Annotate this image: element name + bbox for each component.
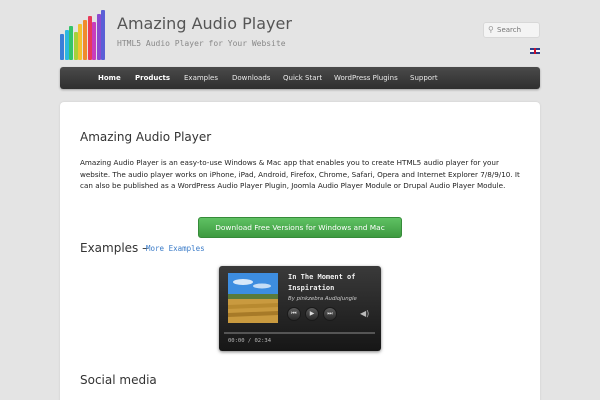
more-examples-link[interactable]: More Examples <box>146 244 205 253</box>
logo-bar <box>83 20 87 60</box>
examples-heading: Examples – <box>80 241 149 255</box>
page-title: Amazing Audio Player <box>80 130 212 144</box>
intro-paragraph: Amazing Audio Player is an easy-to-use W… <box>80 158 520 191</box>
play-icon[interactable]: ▶ <box>305 307 319 321</box>
nav-item-products[interactable]: Products <box>135 67 170 89</box>
logo-bar <box>73 32 78 60</box>
nav-item-support[interactable]: Support <box>410 67 438 89</box>
main-nav: Home Products Examples Downloads Quick S… <box>60 67 540 89</box>
social-media-heading: Social media <box>80 373 157 387</box>
search-box[interactable]: ⚲ <box>483 22 540 38</box>
nav-item-wordpress-plugins[interactable]: WordPress Plugins <box>334 67 398 89</box>
site-description: HTML5 Audio Player for Your Website <box>117 39 286 48</box>
logo-bar <box>92 22 97 60</box>
logo-bar <box>78 24 83 60</box>
site-logo[interactable] <box>60 10 106 60</box>
search-input[interactable] <box>497 25 537 35</box>
nav-item-home[interactable]: Home <box>98 67 121 89</box>
volume-icon[interactable]: ◀) <box>360 309 369 318</box>
site-title[interactable]: Amazing Audio Player <box>117 14 292 33</box>
time-display: 00:00 / 02:34 <box>228 338 272 344</box>
logo-bar <box>87 16 92 60</box>
download-button[interactable]: Download Free Versions for Windows and M… <box>198 217 402 238</box>
nav-item-quick-start[interactable]: Quick Start <box>283 67 322 89</box>
progress-bar[interactable] <box>224 332 375 334</box>
search-icon: ⚲ <box>488 25 494 34</box>
nav-item-examples[interactable]: Examples <box>184 67 218 89</box>
english-flag-icon[interactable] <box>530 48 540 54</box>
logo-bar <box>96 14 101 60</box>
next-icon[interactable]: ⏭ <box>323 307 337 321</box>
logo-bar <box>101 10 106 60</box>
logo-bar <box>69 26 74 60</box>
track-artist: By pinkzebra AudioJungle <box>288 296 357 302</box>
album-art <box>228 273 278 323</box>
nav-item-downloads[interactable]: Downloads <box>232 67 270 89</box>
logo-bar <box>64 30 69 60</box>
previous-icon[interactable]: ⏮ <box>287 307 301 321</box>
track-title: In The Moment of Inspiration <box>288 273 356 292</box>
logo-bar <box>60 34 64 60</box>
